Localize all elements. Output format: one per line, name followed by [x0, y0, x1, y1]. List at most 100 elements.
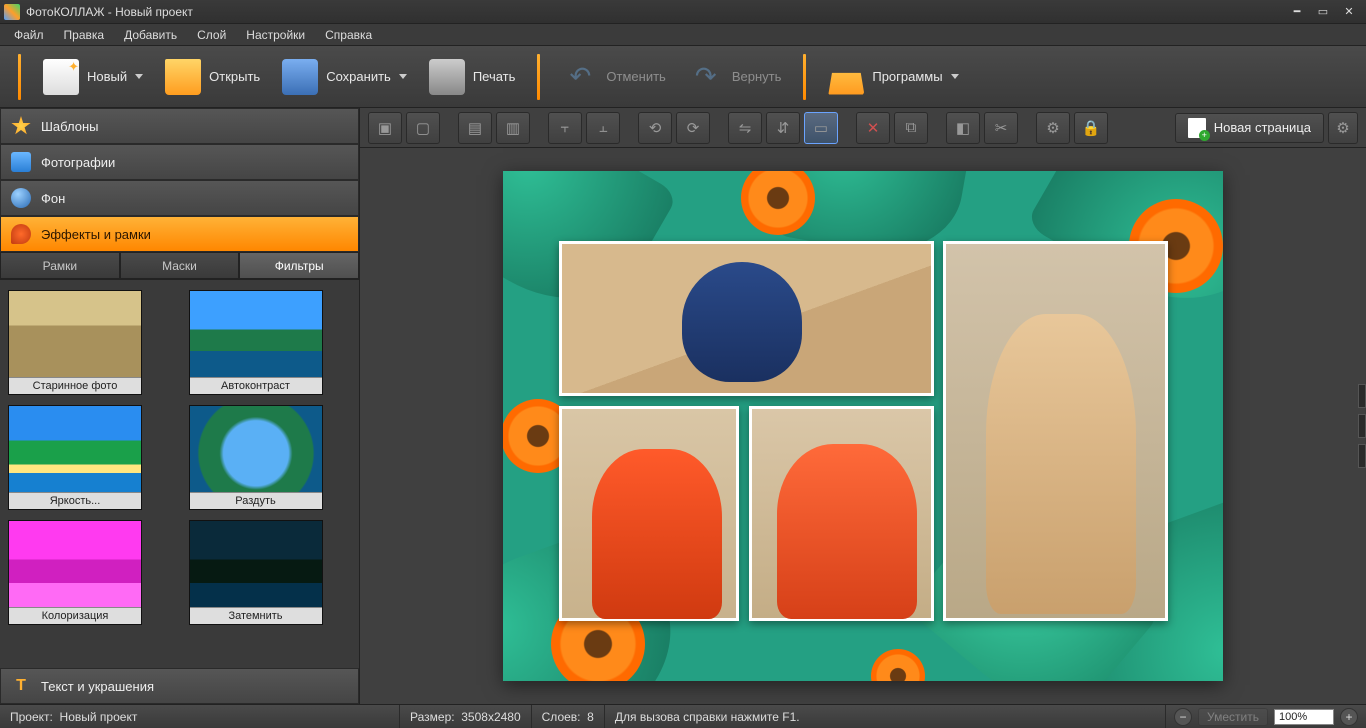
flower-decoration: [733, 171, 823, 243]
print-button[interactable]: Печать: [419, 55, 526, 99]
menu-settings[interactable]: Настройки: [236, 26, 315, 44]
filter-item[interactable]: Затемнить: [189, 520, 323, 625]
filter-item[interactable]: Раздуть: [189, 405, 323, 510]
tab-frames[interactable]: Рамки: [0, 252, 120, 279]
dropdown-icon: [135, 74, 143, 79]
zoom-controls: − Уместить 100% +: [1166, 708, 1366, 726]
fit-label: Уместить: [1207, 710, 1259, 724]
redo-button[interactable]: ↷ Вернуть: [678, 55, 792, 99]
menu-file[interactable]: Файл: [4, 26, 54, 44]
flip-h-button[interactable]: ⇋: [728, 112, 762, 144]
filter-thumb: [190, 406, 322, 492]
collage-photo[interactable]: [559, 241, 934, 396]
crop-button[interactable]: ⧉: [894, 112, 928, 144]
layers-label: Слоев:: [542, 710, 581, 724]
menu-edit[interactable]: Правка: [54, 26, 115, 44]
panel-handle[interactable]: [1358, 384, 1366, 408]
zoom-out-button[interactable]: −: [1174, 708, 1192, 726]
window-title: ФотоКОЛЛАЖ - Новый проект: [26, 5, 1284, 19]
flower-decoration: [863, 641, 933, 681]
panel-handle[interactable]: [1358, 444, 1366, 468]
zoom-in-button[interactable]: +: [1340, 708, 1358, 726]
menu-add[interactable]: Добавить: [114, 26, 187, 44]
save-button[interactable]: Сохранить: [272, 55, 417, 99]
close-button[interactable]: ✕: [1336, 3, 1362, 21]
rotate-left-button[interactable]: ⟲: [638, 112, 672, 144]
canvas-wrap[interactable]: [360, 148, 1366, 704]
new-label: Новый: [87, 69, 127, 84]
filter-caption: Затемнить: [190, 607, 322, 624]
filter-item[interactable]: Старинное фото: [8, 290, 142, 395]
collage-photo[interactable]: [559, 406, 739, 621]
filter-grid[interactable]: Старинное фото Автоконтраст Яркость... Р…: [0, 280, 359, 668]
zoom-value[interactable]: 100%: [1274, 709, 1334, 725]
send-backward-button[interactable]: ▥: [496, 112, 530, 144]
menu-layer[interactable]: Слой: [187, 26, 236, 44]
color-picker-button[interactable]: ◧: [946, 112, 980, 144]
project-name: Новый проект: [60, 710, 138, 724]
filter-thumb: [9, 291, 141, 377]
globe-icon: [11, 188, 31, 208]
status-layers: Слоев: 8: [532, 705, 605, 728]
accordion-label: Шаблоны: [41, 119, 99, 134]
fit-canvas-button[interactable]: ▭: [804, 112, 838, 144]
save-icon: [282, 59, 318, 95]
lock-button[interactable]: 🔒: [1074, 112, 1108, 144]
save-label: Сохранить: [326, 69, 391, 84]
effects-panel: Рамки Маски Фильтры Старинное фото Авток…: [0, 252, 359, 668]
cut-button[interactable]: ✂: [984, 112, 1018, 144]
accordion-text[interactable]: T Текст и украшения: [0, 668, 359, 704]
size-label: Размер:: [410, 710, 455, 724]
new-button[interactable]: ✦ Новый: [33, 55, 153, 99]
flip-v-button[interactable]: ⇵: [766, 112, 800, 144]
status-bar: Проект: Новый проект Размер: 3508x2480 С…: [0, 704, 1366, 728]
filter-item[interactable]: Колоризация: [8, 520, 142, 625]
edit-toolbar: ▣ ▢ ▤ ▥ ⫟ ⫠ ⟲ ⟳ ⇋ ⇵ ▭ ✕ ⧉ ◧ ✂ ⚙ 🔒: [360, 108, 1366, 148]
tab-filters[interactable]: Фильтры: [239, 252, 359, 279]
status-project: Проект: Новый проект: [0, 705, 400, 728]
accordion-templates[interactable]: Шаблоны: [0, 108, 359, 144]
page-plus-icon: [1188, 118, 1206, 138]
fit-button[interactable]: Уместить: [1198, 708, 1268, 726]
undo-icon: ↶: [562, 59, 598, 95]
collage-photo[interactable]: [943, 241, 1168, 621]
page-settings-button[interactable]: ⚙: [1328, 112, 1358, 144]
filter-caption: Старинное фото: [9, 377, 141, 394]
photo-subject: [777, 444, 917, 619]
delete-button[interactable]: ✕: [856, 112, 890, 144]
dropdown-icon: [951, 74, 959, 79]
open-button[interactable]: Открыть: [155, 55, 270, 99]
accordion-background[interactable]: Фон: [0, 180, 359, 216]
collage-photo[interactable]: [749, 406, 934, 621]
redo-icon: ↷: [688, 59, 724, 95]
photo-subject: [682, 262, 802, 382]
align-top-button[interactable]: ⫟: [548, 112, 582, 144]
align-bottom-button[interactable]: ⫠: [586, 112, 620, 144]
filter-caption: Яркость...: [9, 492, 141, 509]
programs-button[interactable]: Программы: [818, 55, 968, 99]
new-page-button[interactable]: Новая страница: [1175, 113, 1324, 143]
rotate-right-button[interactable]: ⟳: [676, 112, 710, 144]
filter-item[interactable]: Автоконтраст: [189, 290, 323, 395]
programs-icon: [828, 59, 864, 95]
settings-button[interactable]: ⚙: [1036, 112, 1070, 144]
new-icon: ✦: [43, 59, 79, 95]
maximize-button[interactable]: ▭: [1310, 3, 1336, 21]
accordion-photos[interactable]: Фотографии: [0, 144, 359, 180]
collage-canvas[interactable]: [503, 171, 1223, 681]
minimize-button[interactable]: ━: [1284, 3, 1310, 21]
undo-button[interactable]: ↶ Отменить: [552, 55, 675, 99]
arrange-back-button[interactable]: ▢: [406, 112, 440, 144]
photo-icon: [11, 152, 31, 172]
arrange-front-button[interactable]: ▣: [368, 112, 402, 144]
title-bar: ФотоКОЛЛАЖ - Новый проект ━ ▭ ✕: [0, 0, 1366, 24]
main-toolbar: ✦ Новый Открыть Сохранить Печать ↶ Отмен…: [0, 46, 1366, 108]
accordion-effects[interactable]: Эффекты и рамки: [0, 216, 359, 252]
bring-forward-button[interactable]: ▤: [458, 112, 492, 144]
center-panel: ▣ ▢ ▤ ▥ ⫟ ⫠ ⟲ ⟳ ⇋ ⇵ ▭ ✕ ⧉ ◧ ✂ ⚙ 🔒: [360, 108, 1366, 704]
side-handles: [1358, 384, 1366, 468]
menu-help[interactable]: Справка: [315, 26, 382, 44]
tab-masks[interactable]: Маски: [120, 252, 240, 279]
panel-handle[interactable]: [1358, 414, 1366, 438]
filter-item[interactable]: Яркость...: [8, 405, 142, 510]
